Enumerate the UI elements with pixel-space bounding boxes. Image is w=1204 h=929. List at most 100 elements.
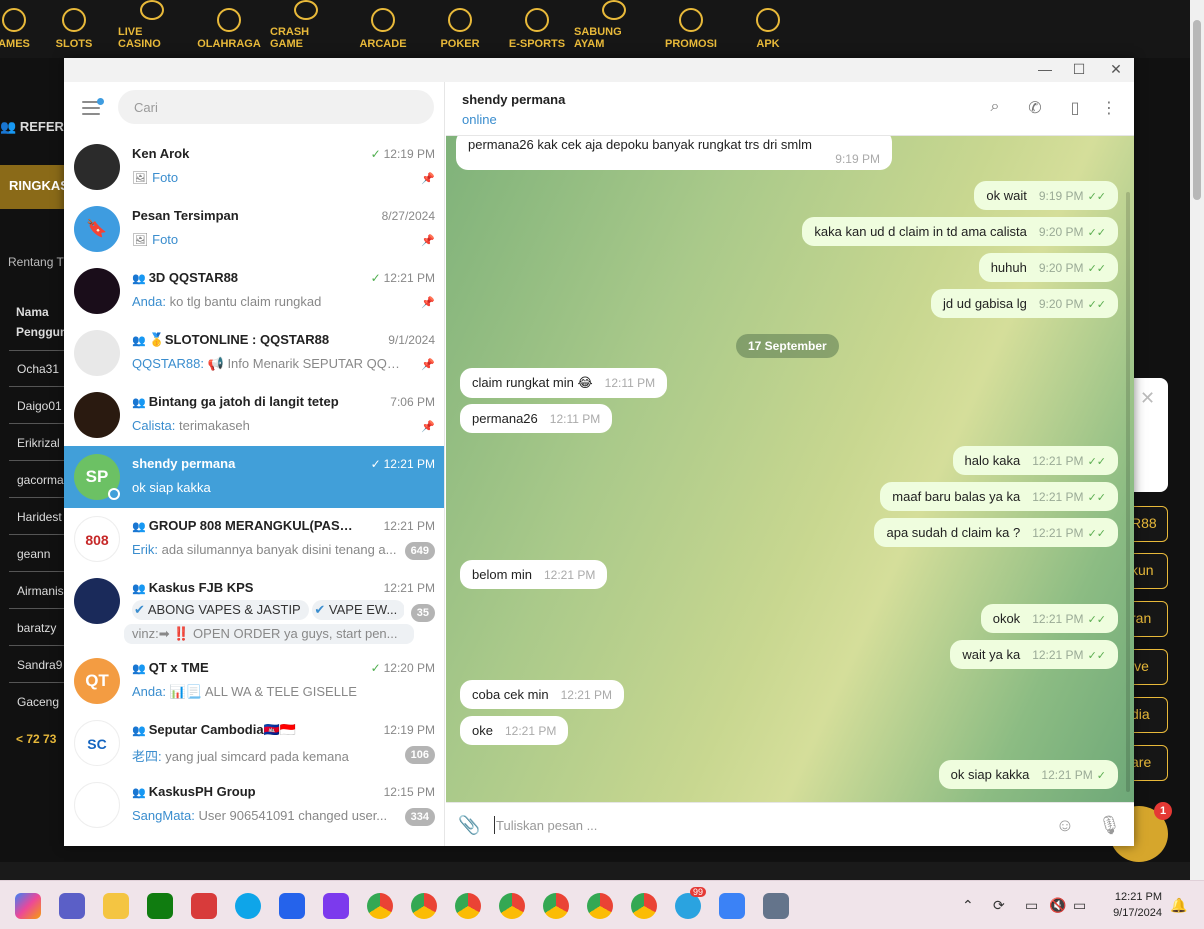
chat-preview: Calista: terimakaseh <box>132 418 250 433</box>
live-chat-badge: 1 <box>1154 802 1172 820</box>
microphone-icon[interactable]: 🎙 <box>1098 815 1121 837</box>
chat-item-qt-x-tme[interactable]: QT 👥 QT x TME ✓ 12:20 PM Anda: 📊📃 ALL WA &… <box>64 650 444 712</box>
referral-label[interactable]: 👥 REFERE <box>0 119 73 135</box>
teams-icon[interactable] <box>59 893 85 919</box>
verified-icon: ✔ <box>314 602 326 617</box>
message-outgoing: huhuh 9:20 PM ✓✓ <box>978 253 1118 282</box>
sidebar-toggle-icon[interactable]: ▯ <box>1064 98 1086 120</box>
chat-preview: 🖼 Foto <box>132 232 179 247</box>
nav-arcade[interactable]: ARCADE <box>358 0 408 58</box>
system-clock[interactable]: 12:21 PM 9/17/2024 <box>1100 889 1162 921</box>
app-icon[interactable] <box>191 893 217 919</box>
nav-poker[interactable]: POKER <box>438 0 482 58</box>
rentang-label: Rentang T <box>8 255 64 269</box>
chat-item-group-808[interactable]: 808 👥 GROUP 808 MERANGKUL(PASAR S... 12:2… <box>64 508 444 570</box>
chrome-icon[interactable] <box>631 893 657 919</box>
phone-icon[interactable]: ✆ <box>1024 98 1046 120</box>
chat-item-kaskus-fjb-kps[interactable]: 👥 Kaskus FJB KPS 12:21 PM ✔ ABONG VAPES &… <box>64 570 444 650</box>
user-cell: Haridest <box>17 510 62 524</box>
slots-icon <box>62 8 86 32</box>
chrome-icon[interactable] <box>367 893 393 919</box>
maximize-icon[interactable]: ☐ <box>1070 61 1088 78</box>
chat-item-slotonline[interactable]: 👥 🥇SLOTONLINE : QQSTAR88 9/1/2024 QQSTAR8… <box>64 322 444 384</box>
search-icon[interactable]: ⌕ <box>984 98 1006 120</box>
more-options-icon[interactable]: ⋮ <box>1098 98 1120 120</box>
copilot-icon[interactable] <box>15 893 41 919</box>
chrome-icon[interactable] <box>411 893 437 919</box>
chat-item-3d-qqstar88[interactable]: 👥 3D QQSTAR88 ✓ 12:21 PM Anda: ko tlg bant… <box>64 260 444 322</box>
divider <box>9 423 64 424</box>
page-scrollbar[interactable] <box>1190 0 1204 880</box>
group-icon: 👥 <box>132 521 146 533</box>
topic-chip[interactable]: ✔ VAPE EW... <box>312 600 404 620</box>
message-scrollbar[interactable] <box>1126 192 1130 792</box>
divider <box>9 497 64 498</box>
chat-item-bintang[interactable]: 👥 Bintang ga jatoh di langit tetep 7:06 P… <box>64 384 444 446</box>
search-input[interactable]: Cari <box>118 90 434 124</box>
chrome-icon[interactable] <box>543 893 569 919</box>
close-icon[interactable]: ✕ <box>1107 61 1125 78</box>
emoji-icon[interactable]: ☺ <box>1054 815 1076 837</box>
chat-name: shendy permana <box>132 456 236 471</box>
nav-esports[interactable]: E-SPORTS <box>508 0 566 58</box>
avatar: SC <box>74 720 120 766</box>
nav-crash-game[interactable]: CRASH GAME <box>270 0 342 58</box>
calculator-icon[interactable] <box>763 893 789 919</box>
chrome-icon[interactable] <box>499 893 525 919</box>
nav-games[interactable]: AMES <box>0 0 34 58</box>
attachment-icon[interactable]: 📎 <box>458 815 480 837</box>
topic-chip[interactable]: ✔ ABONG VAPES & JASTIP <box>132 600 309 620</box>
chat-name: 👥 Kaskus FJB KPS <box>132 580 254 595</box>
notepad-icon[interactable] <box>719 893 745 919</box>
pager[interactable]: < 72 73 <box>16 732 56 746</box>
nav-sabung-ayam[interactable]: SABUNG AYAM <box>574 0 654 58</box>
message-incoming: coba cek min 12:21 PM <box>460 680 624 709</box>
chevron-up-icon[interactable]: ⌃ <box>962 897 974 914</box>
user-cell: gacorma <box>17 473 64 487</box>
chat-time: ✓ 12:21 PM <box>370 271 435 285</box>
nav-promosi[interactable]: PROMOSI <box>664 0 718 58</box>
xbox-icon[interactable] <box>147 893 173 919</box>
volume-muted-icon[interactable]: 🔇 <box>1049 897 1066 914</box>
nav-apk[interactable]: APK <box>752 0 784 58</box>
minimize-icon[interactable]: — <box>1036 61 1054 77</box>
user-cell: Sandra9 <box>17 658 63 672</box>
display-icon[interactable]: ▭ <box>1025 897 1038 914</box>
nav-olahraga[interactable]: OLAHRAGA <box>197 0 261 58</box>
battery-icon[interactable]: ▭ <box>1073 897 1086 914</box>
chat-item-saved-messages[interactable]: 🔖 Pesan Tersimpan 8/27/2024 🖼 Foto 📌 <box>64 198 444 260</box>
chat-item-ken-arok[interactable]: Ken Arok ✓ 12:19 PM 🖼 Foto 📌 <box>64 136 444 198</box>
telegram-window: — ☐ ✕ Cari Ken Arok ✓ 12:19 PM 🖼 Foto 📌 🔖… <box>64 58 1134 846</box>
contact-name[interactable]: shendy permana <box>462 92 565 107</box>
chat-item-shendy-permana[interactable]: SP shendy permana ✓ 12:21 PM ok siap kakk… <box>64 446 444 508</box>
ringkasan-tab[interactable]: RINGKAS <box>0 165 69 209</box>
bookmark-icon: 🔖 <box>74 206 120 252</box>
joystick-icon <box>371 8 395 32</box>
app-icon[interactable] <box>323 893 349 919</box>
message-list[interactable]: permana26 kak cek aja depoku banyak rung… <box>446 136 1134 802</box>
user-group-icon: 👥 <box>0 119 17 134</box>
chat-item-seputar-cambodia[interactable]: SC 👥 Seputar Cambodia🇰🇭🇮🇩 12:19 PM 老四: ya… <box>64 712 444 774</box>
store-icon[interactable] <box>279 893 305 919</box>
close-icon[interactable]: ✕ <box>1140 388 1155 409</box>
file-explorer-icon[interactable] <box>103 893 129 919</box>
chat-item-kaskusph-group[interactable]: 👥 KaskusPH Group 12:15 PM SangMata: User … <box>64 774 444 836</box>
soccer-ball-icon <box>217 8 241 32</box>
double-check-icon: ✓✓ <box>1087 227 1106 239</box>
chrome-icon[interactable] <box>587 893 613 919</box>
conversation-header[interactable]: shendy permana online ⌕ ✆ ▯ ⋮ <box>446 82 1134 136</box>
read-check-icon: ✓ <box>370 661 381 675</box>
message-input[interactable]: Tuliskan pesan ... <box>496 818 597 833</box>
sync-icon[interactable]: ⟳ <box>993 897 1005 914</box>
scrollbar-thumb[interactable] <box>1193 20 1201 200</box>
table-header-nama: Nama <box>16 305 49 319</box>
nav-live-casino[interactable]: LIVE CASINO <box>118 0 186 58</box>
avatar <box>74 392 120 438</box>
notification-bell-icon[interactable]: 🔔 <box>1170 897 1187 914</box>
nav-slots[interactable]: SLOTS <box>52 0 96 58</box>
group-icon: 👥 <box>132 273 146 285</box>
edge-icon[interactable] <box>235 893 261 919</box>
chrome-icon[interactable] <box>455 893 481 919</box>
window-titlebar[interactable]: — ☐ ✕ <box>64 58 1134 82</box>
chat-time: ✓ 12:21 PM <box>370 457 435 471</box>
